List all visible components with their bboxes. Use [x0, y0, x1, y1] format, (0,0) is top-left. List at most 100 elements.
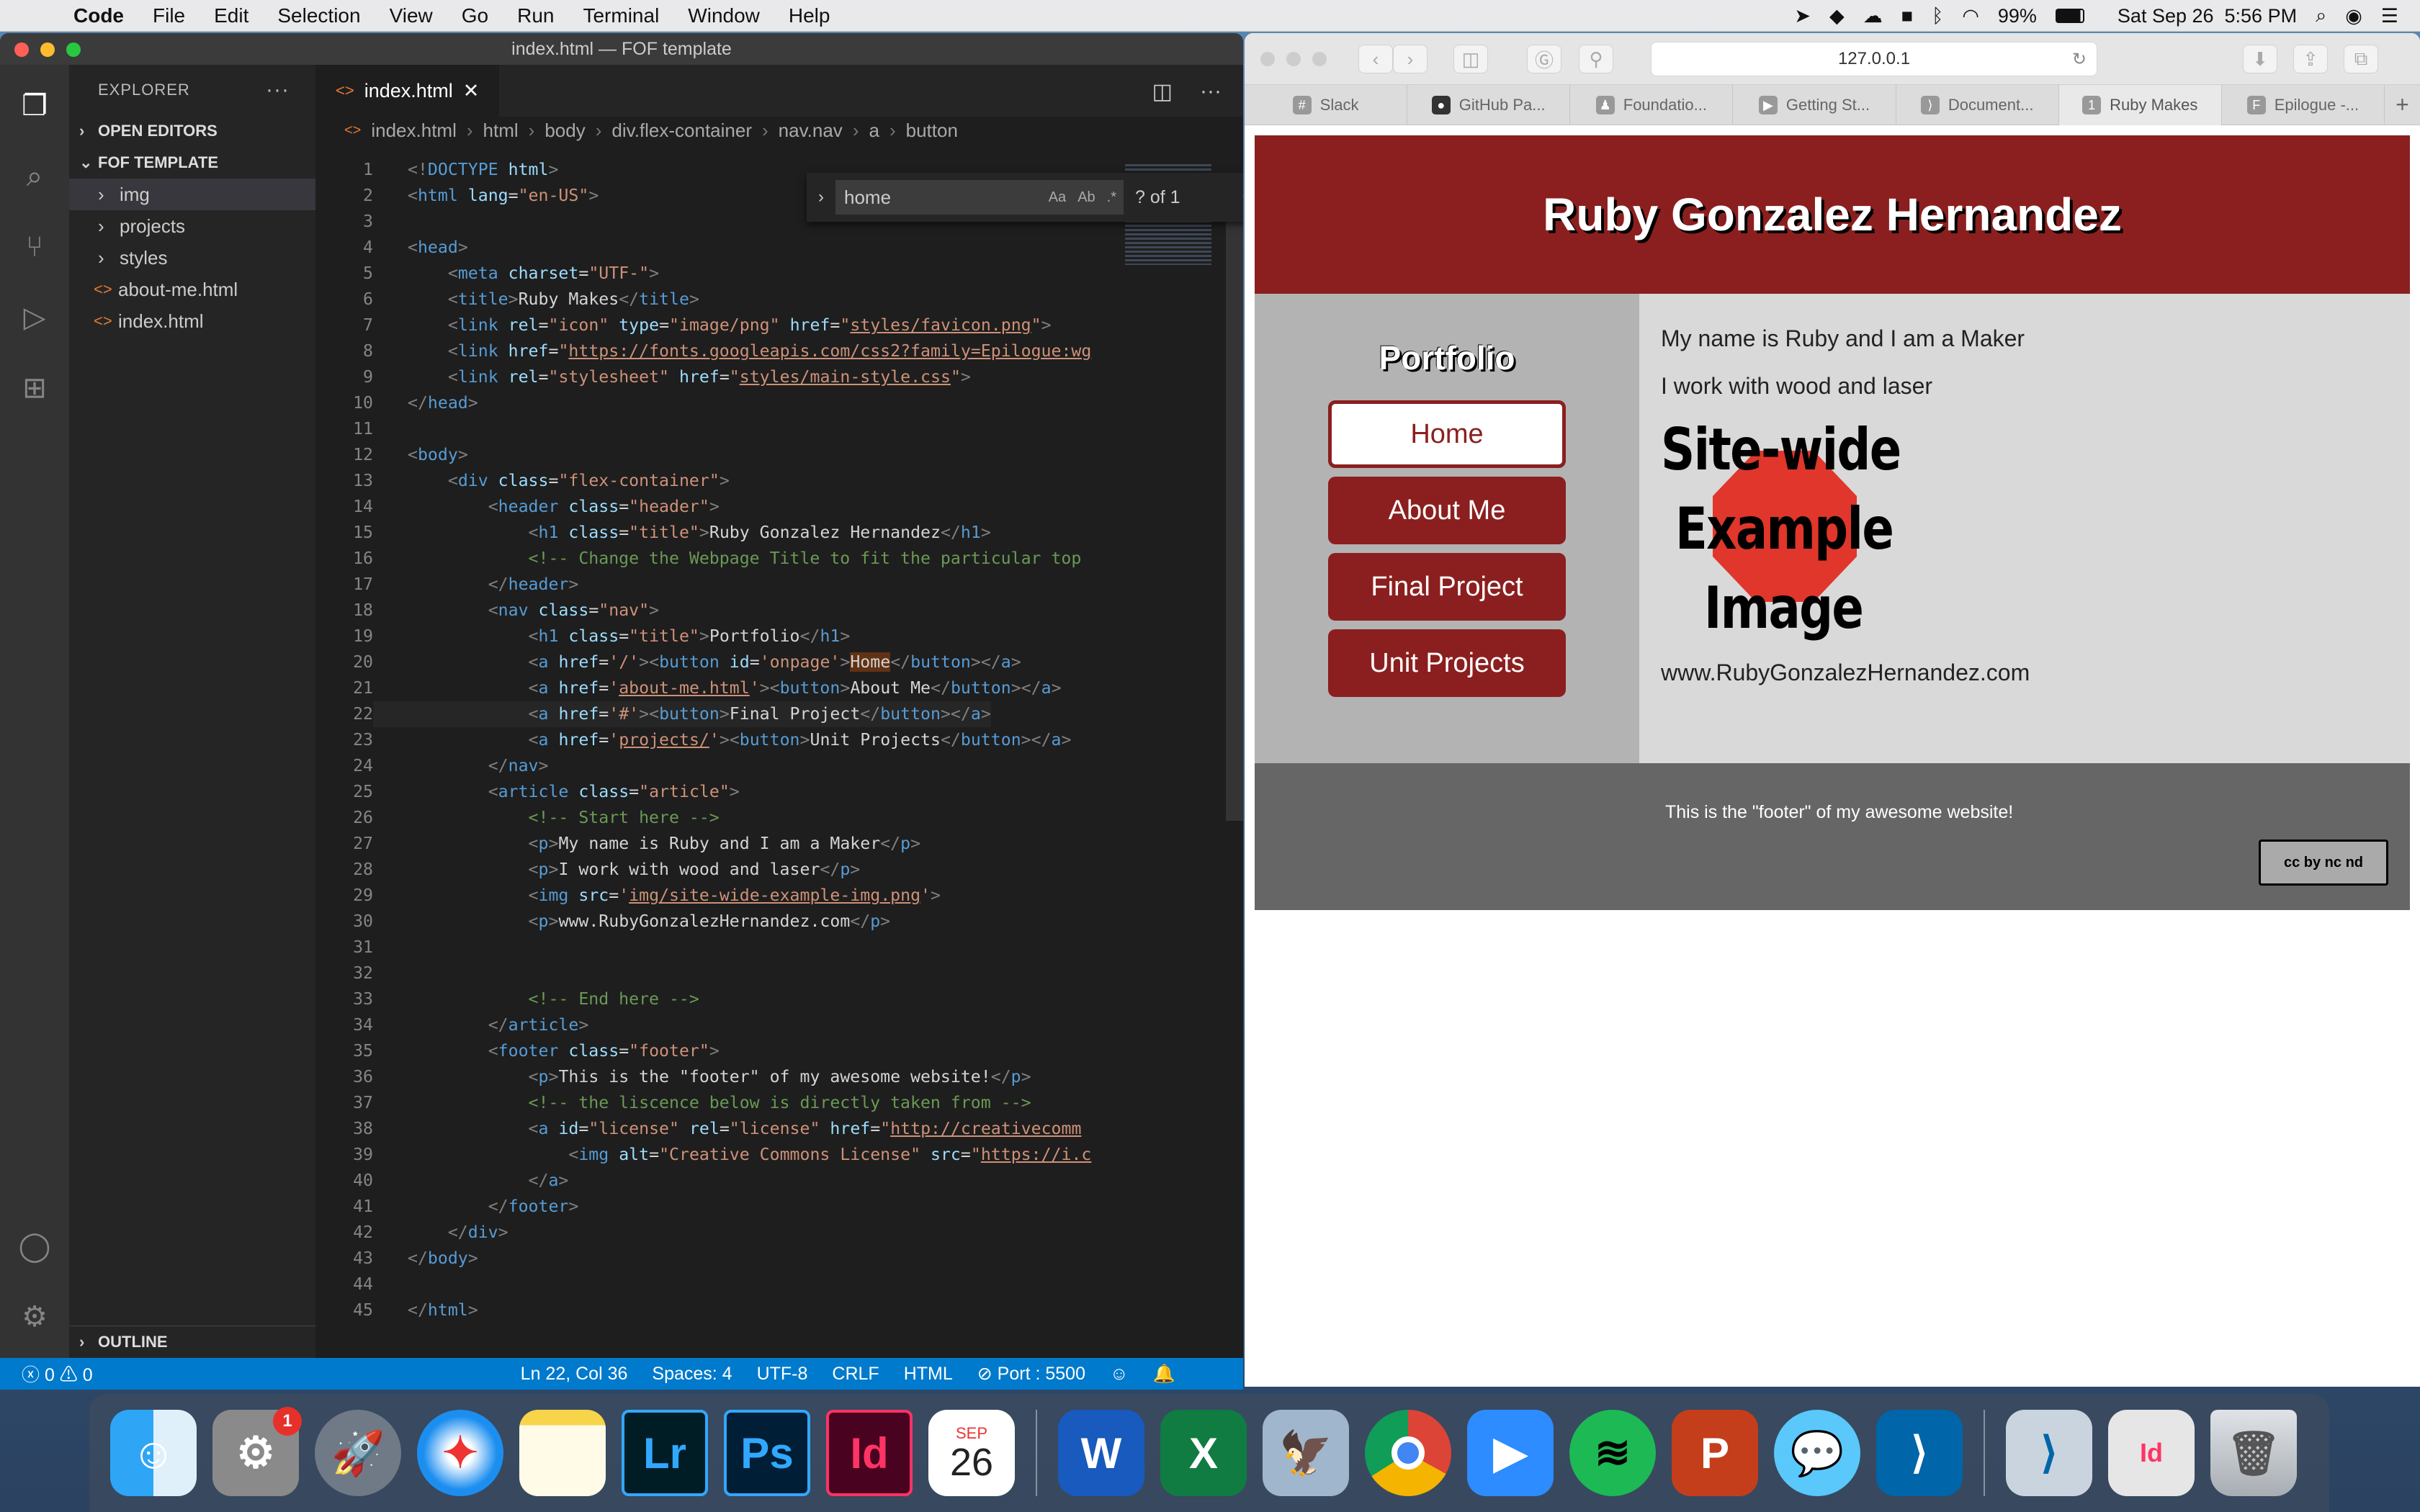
code-line[interactable]: 25 <article class="article">: [315, 779, 1113, 805]
code-line[interactable]: 29 <img src='img/site-wide-example-img.p…: [315, 883, 1113, 909]
sidebar-toggle-icon[interactable]: ◫: [1453, 45, 1488, 73]
siri-icon[interactable]: ◉: [2345, 5, 2362, 27]
code-line[interactable]: 6 <title>Ruby Makes</title>: [315, 287, 1113, 312]
code-line[interactable]: 16 <!-- Change the Webpage Title to fit …: [315, 546, 1113, 572]
search-icon[interactable]: ⌕: [15, 157, 54, 196]
launchpad-icon[interactable]: 🚀: [315, 1410, 401, 1496]
location-icon[interactable]: ➤: [1794, 5, 1811, 27]
share-icon[interactable]: ⇪: [2293, 45, 2328, 73]
outline-section[interactable]: › OUTLINE: [69, 1326, 315, 1358]
code-line[interactable]: 35 <footer class="footer">: [315, 1038, 1113, 1064]
reload-icon[interactable]: ↻: [2072, 49, 2087, 70]
preview-icon[interactable]: 🦅: [1263, 1410, 1349, 1496]
tab-index-html[interactable]: <> index.html ✕: [315, 65, 500, 117]
menu-terminal[interactable]: Terminal: [583, 4, 659, 27]
tree-item-img[interactable]: › img: [69, 179, 315, 210]
zoom-window-button[interactable]: [1312, 52, 1327, 66]
indentation[interactable]: Spaces: 4: [652, 1364, 732, 1385]
photoshop-icon[interactable]: Ps: [724, 1410, 810, 1496]
previous-match-icon[interactable]: ↑: [1240, 186, 1243, 209]
wifi-icon[interactable]: ◠: [1962, 5, 1979, 27]
code-line[interactable]: 38 <a id="license" rel="license" href="h…: [315, 1116, 1113, 1142]
find-input[interactable]: home Aa Ab .*: [835, 180, 1124, 215]
menu-file[interactable]: File: [153, 4, 185, 27]
code-line[interactable]: 20 <a href='/'><button id='onpage'>Home<…: [315, 649, 1113, 675]
code-line[interactable]: 41 </footer>: [315, 1194, 1113, 1220]
code-line[interactable]: 28 <p>I work with wood and laser</p>: [315, 857, 1113, 883]
clock[interactable]: Sat Sep 26 5:56 PM: [2118, 5, 2297, 27]
code-line[interactable]: 11: [315, 416, 1113, 442]
tab-foundation[interactable]: ♟ Foundatio...: [1570, 84, 1734, 125]
code-line[interactable]: 27 <p>My name is Ruby and I am a Maker</…: [315, 831, 1113, 857]
tab-slack[interactable]: # Slack: [1245, 84, 1408, 125]
source-control-icon[interactable]: ⑂: [15, 228, 54, 266]
powerpoint-icon[interactable]: P: [1672, 1410, 1758, 1496]
line-endings[interactable]: CRLF: [832, 1364, 879, 1385]
downloads-icon[interactable]: ⬇: [2243, 45, 2277, 73]
close-window-button[interactable]: [1260, 52, 1275, 66]
accounts-icon[interactable]: ◯: [15, 1227, 54, 1266]
nav-unit-projects-button[interactable]: Unit Projects: [1328, 629, 1566, 697]
menu-view[interactable]: View: [390, 4, 433, 27]
language-mode[interactable]: HTML: [904, 1364, 953, 1385]
tree-item-about-me[interactable]: <> about-me.html: [69, 274, 315, 305]
menu-run[interactable]: Run: [517, 4, 554, 27]
address-bar[interactable]: 127.0.0.1 ↻: [1651, 42, 2097, 76]
dropbox-icon[interactable]: ◆: [1829, 5, 1845, 27]
code-line[interactable]: 14 <header class="header">: [315, 494, 1113, 520]
code-line[interactable]: 40 </a>: [315, 1168, 1113, 1194]
code-line[interactable]: 44: [315, 1272, 1113, 1297]
feedback-icon[interactable]: ☺: [1110, 1364, 1129, 1385]
zoom-icon[interactable]: ▶: [1467, 1410, 1554, 1496]
zoom-menu-icon[interactable]: ■: [1901, 5, 1913, 27]
tabs-overview-icon[interactable]: ⧉: [2344, 45, 2378, 73]
extensions-icon[interactable]: ⊞: [15, 369, 54, 408]
breadcrumb-item[interactable]: html: [483, 120, 519, 142]
tree-item-styles[interactable]: › styles: [69, 242, 315, 274]
code-editor[interactable]: 1 <!DOCTYPE html> 2 <html lang="en-US"> 3 4 <…: [315, 157, 1113, 1326]
folder-section[interactable]: ⌄ FOF TEMPLATE: [69, 147, 315, 179]
tree-item-index[interactable]: <> index.html: [69, 305, 315, 337]
cursor-position[interactable]: Ln 22, Col 36: [521, 1364, 628, 1385]
code-line[interactable]: 8 <link href="https://fonts.googleapis.c…: [315, 338, 1113, 364]
menu-window[interactable]: Window: [688, 4, 760, 27]
code-line[interactable]: 17 </header>: [315, 572, 1113, 598]
battery-icon[interactable]: [2055, 9, 2084, 23]
lightroom-icon[interactable]: Lr: [622, 1410, 708, 1496]
breadcrumb-item[interactable]: index.html: [371, 120, 457, 142]
forward-button[interactable]: ›: [1393, 45, 1428, 73]
extension-icon[interactable]: ⚲: [1579, 45, 1613, 73]
word-icon[interactable]: W: [1058, 1410, 1144, 1496]
more-actions-icon[interactable]: ···: [1200, 79, 1222, 104]
back-button[interactable]: ‹: [1358, 45, 1393, 73]
tree-item-projects[interactable]: › projects: [69, 210, 315, 242]
menu-help[interactable]: Help: [789, 4, 830, 27]
vscode-icon[interactable]: ⟩: [1876, 1410, 1963, 1496]
match-case-icon[interactable]: Aa: [1049, 189, 1066, 206]
finder-icon[interactable]: ☺: [110, 1410, 197, 1496]
menu-edit[interactable]: Edit: [214, 4, 248, 27]
calendar-icon[interactable]: SEP 26: [928, 1410, 1015, 1496]
regex-icon[interactable]: .*: [1107, 189, 1116, 206]
live-server-port[interactable]: ⊘ Port : 5500: [977, 1363, 1085, 1385]
menu-selection[interactable]: Selection: [277, 4, 360, 27]
battery-percent[interactable]: 99%: [1998, 5, 2037, 27]
breadcrumb-item[interactable]: a: [869, 120, 879, 142]
code-line[interactable]: 9 <link rel="stylesheet" href="styles/ma…: [315, 364, 1113, 390]
messages-icon[interactable]: 💬: [1774, 1410, 1860, 1496]
code-line[interactable]: 36 <p>This is the "footer" of my awesome…: [315, 1064, 1113, 1090]
menu-app-name[interactable]: Code: [73, 4, 124, 27]
code-line[interactable]: 30 <p>www.RubyGonzalezHernandez.com</p>: [315, 909, 1113, 935]
notes-icon[interactable]: [519, 1410, 606, 1496]
excel-icon[interactable]: X: [1160, 1410, 1247, 1496]
code-line[interactable]: 45 </html>: [315, 1297, 1113, 1323]
creative-commons-license-icon[interactable]: cc by nc nd: [2259, 840, 2388, 886]
code-line[interactable]: 12 <body>: [315, 442, 1113, 468]
problems-indicator[interactable]: ⓧ 0 ⚠ 0: [22, 1361, 93, 1387]
code-line[interactable]: 33 <!-- End here -->: [315, 986, 1113, 1012]
whole-word-icon[interactable]: Ab: [1077, 189, 1095, 206]
breadcrumb-item[interactable]: body: [544, 120, 585, 142]
toggle-replace-icon[interactable]: ›: [807, 187, 835, 207]
code-line[interactable]: 15 <h1 class="title">Ruby Gonzalez Herna…: [315, 520, 1113, 546]
code-line[interactable]: 4 <head>: [315, 235, 1113, 261]
